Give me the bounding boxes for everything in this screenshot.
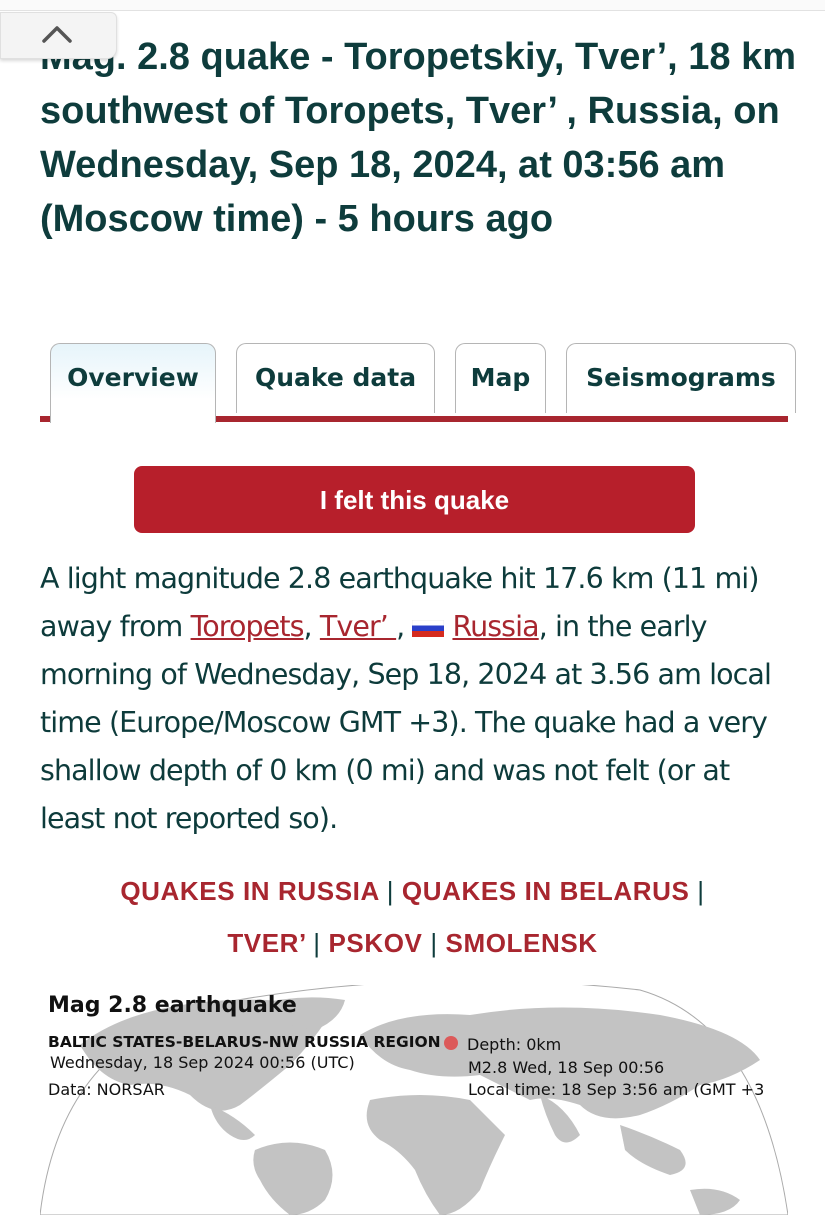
tab-map[interactable]: Map — [455, 343, 546, 413]
map-datetime-utc: Wednesday, 18 Sep 2024 00:56 (UTC) — [50, 1053, 355, 1072]
quake-summary: A light magnitude 2.8 earthquake hit 17.… — [40, 555, 800, 843]
link-quakes-in-belarus[interactable]: QUAKES IN BELARUS — [402, 876, 690, 906]
page-title: Mag. 2.8 quake - Toropetskiy, Tver’, 18 … — [40, 36, 797, 240]
link-toropets[interactable]: Toropets — [191, 610, 305, 643]
map-title: Mag 2.8 earthquake — [48, 993, 297, 1018]
link-separator: | — [430, 928, 438, 958]
region-links-row-2: TVER’ | PSKOV | SMOLENSK — [0, 917, 825, 969]
region-links-row-1: QUAKES IN RUSSIA | QUAKES IN BELARUS | — [0, 865, 825, 917]
tab-quake-data[interactable]: Quake data — [236, 343, 435, 413]
tab-bar: Overview Quake data Map Seismograms — [40, 340, 796, 423]
map-local-time: Local time: 18 Sep 3:56 am (GMT +3 — [468, 1080, 765, 1099]
map-mag-time: M2.8 Wed, 18 Sep 00:56 — [468, 1058, 665, 1077]
map-depth: Depth: 0km — [467, 1035, 562, 1054]
link-separator: | — [386, 876, 395, 906]
region-links: QUAKES IN RUSSIA | QUAKES IN BELARUS | T… — [0, 865, 825, 969]
chevron-up-icon — [42, 26, 72, 43]
link-quakes-in-russia[interactable]: QUAKES IN RUSSIA — [120, 876, 379, 906]
link-pskov[interactable]: PSKOV — [328, 928, 422, 958]
link-russia[interactable]: Russia — [452, 610, 539, 643]
tab-seismograms[interactable]: Seismograms — [566, 343, 796, 413]
summary-comma: , — [396, 610, 413, 643]
tab-overview[interactable]: Overview — [50, 343, 216, 423]
quake-map-image[interactable]: Mag 2.8 earthquake BALTIC STATES-BELARUS… — [40, 985, 788, 1215]
russia-flag-icon — [412, 620, 445, 637]
summary-text-2: , in the early morning of Wednesday, Sep… — [40, 610, 772, 835]
i-felt-this-quake-button[interactable]: I felt this quake — [134, 466, 695, 533]
map-region: BALTIC STATES-BELARUS-NW RUSSIA REGION — [48, 1033, 441, 1051]
world-map-graphic — [40, 985, 788, 1215]
link-smolensk[interactable]: SMOLENSK — [446, 928, 598, 958]
link-tver-region[interactable]: TVER’ — [227, 928, 305, 958]
link-tver[interactable]: Tver’ — [320, 610, 396, 643]
link-separator: | — [697, 876, 705, 906]
summary-comma: , — [303, 610, 320, 643]
browser-top-edge — [0, 0, 825, 11]
epicenter-marker — [444, 1036, 458, 1050]
link-separator: | — [313, 928, 321, 958]
scroll-to-top-button[interactable] — [0, 12, 117, 59]
map-data-source: Data: NORSAR — [48, 1080, 165, 1099]
